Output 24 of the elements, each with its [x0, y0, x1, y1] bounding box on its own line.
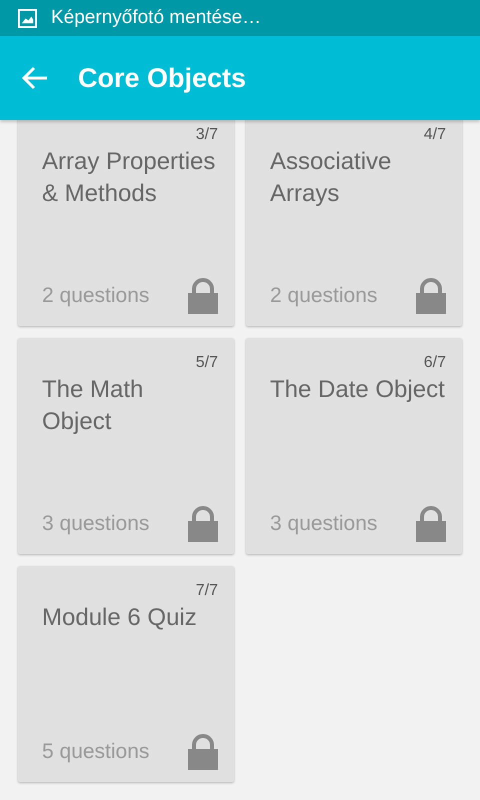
image-icon: [18, 8, 37, 28]
lesson-card[interactable]: 7/7 Module 6 Quiz 5 questions: [18, 566, 234, 782]
lesson-title: Module 6 Quiz: [42, 603, 198, 633]
lesson-number: 5/7: [196, 354, 218, 372]
question-count: 5 questions: [42, 740, 150, 765]
back-icon[interactable]: [22, 66, 48, 90]
lesson-number: 4/7: [424, 126, 446, 144]
lesson-number: 6/7: [424, 354, 446, 372]
lesson-title: Array Properties & Methods: [42, 147, 216, 209]
notification-text: Képernyőfotó mentése…: [51, 7, 262, 29]
lesson-card[interactable]: 3/7 Array Properties & Methods 2 questions: [18, 120, 234, 326]
lesson-card[interactable]: 6/7 The Date Object 3 questions: [246, 338, 462, 554]
lesson-card[interactable]: 5/7 The Math Object 3 questions: [18, 338, 234, 554]
question-count: 2 questions: [42, 284, 150, 309]
question-count: 2 questions: [270, 284, 378, 309]
lesson-number: 3/7: [196, 126, 218, 144]
lesson-number: 7/7: [196, 582, 218, 600]
question-count: 3 questions: [42, 512, 150, 537]
question-count: 3 questions: [270, 512, 378, 537]
lesson-title: The Date Object: [270, 375, 446, 405]
lesson-title: Associative Arrays: [270, 147, 392, 209]
screen-title: Core Objects: [78, 62, 246, 94]
lesson-card[interactable]: 4/7 Associative Arrays 2 questions: [246, 120, 462, 326]
lesson-title: The Math Object: [42, 375, 144, 437]
